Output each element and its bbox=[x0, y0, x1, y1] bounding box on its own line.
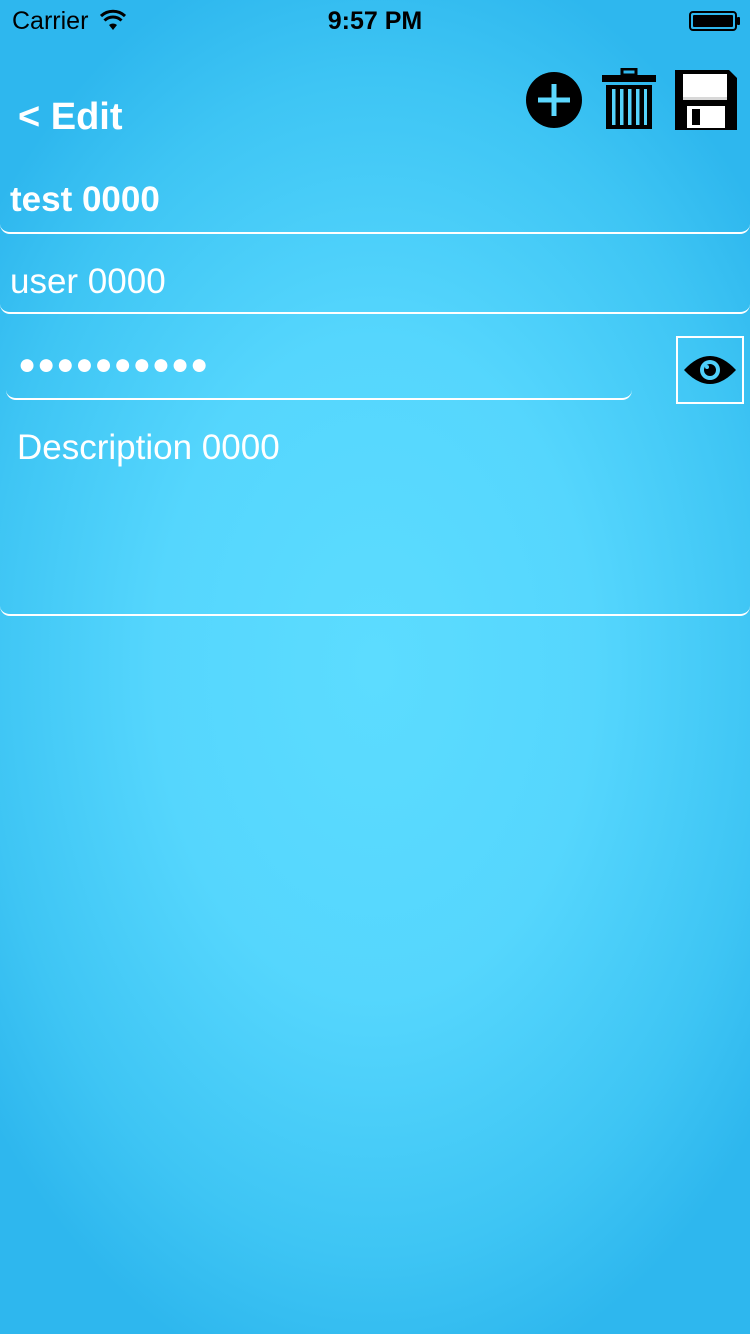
title-value: test 0000 bbox=[10, 180, 160, 219]
title-field[interactable]: test 0000 bbox=[0, 162, 750, 234]
status-time: 9:57 PM bbox=[327, 7, 423, 35]
password-field[interactable]: ●●●●●●●●●● bbox=[6, 330, 632, 400]
trash-icon bbox=[602, 67, 656, 129]
status-bar: Carrier 9:57 PM bbox=[0, 0, 750, 40]
password-value: ●●●●●●●●●● bbox=[18, 348, 210, 381]
description-field[interactable]: Description 0000 bbox=[0, 400, 750, 616]
save-button[interactable] bbox=[673, 68, 739, 132]
username-field[interactable]: user 0000 bbox=[0, 242, 750, 314]
back-button[interactable]: < Edit bbox=[18, 96, 123, 139]
show-password-button[interactable] bbox=[676, 336, 744, 404]
battery-full-icon bbox=[689, 11, 740, 31]
description-value: Description 0000 bbox=[17, 428, 280, 467]
add-button[interactable] bbox=[525, 71, 583, 129]
floppy-disk-icon bbox=[675, 70, 737, 130]
username-value: user 0000 bbox=[10, 262, 166, 301]
plus-circle-icon bbox=[526, 72, 582, 128]
delete-button[interactable] bbox=[601, 67, 657, 130]
eye-icon bbox=[684, 356, 736, 384]
